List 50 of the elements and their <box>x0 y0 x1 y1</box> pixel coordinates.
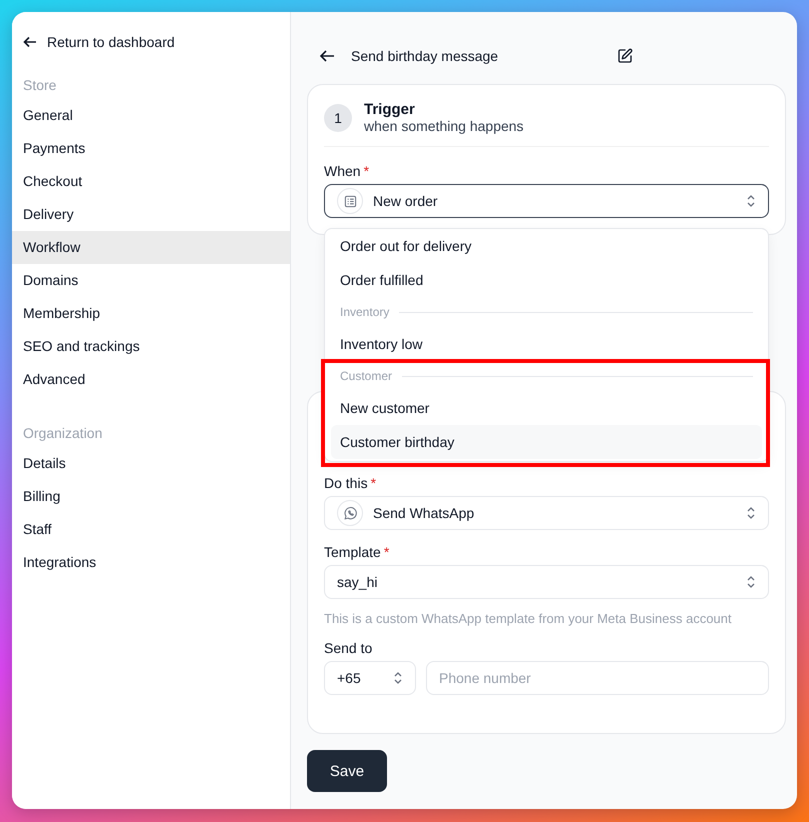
required-asterisk: * <box>364 163 370 179</box>
sidebar-item[interactable]: General <box>12 99 290 132</box>
chevron-up-down-icon <box>746 575 756 589</box>
dropdown-option[interactable]: Customer birthday <box>331 425 762 459</box>
return-link[interactable]: Return to dashboard <box>12 31 186 53</box>
sidebar-item[interactable]: Advanced <box>12 363 290 396</box>
field-label: When * <box>324 163 370 179</box>
sidebar-item[interactable]: Delivery <box>12 198 290 231</box>
arrow-left-icon <box>319 49 335 63</box>
save-button[interactable]: Save <box>307 750 387 792</box>
sidebar-item[interactable]: Details <box>12 447 290 480</box>
dropdown-option[interactable]: Inventory low <box>331 327 762 361</box>
group-heading: Inventory <box>340 305 390 319</box>
template-select[interactable]: say_hi <box>324 565 769 599</box>
sidebar-item[interactable]: Workflow <box>12 231 290 264</box>
sidebar-item[interactable]: Payments <box>12 132 290 165</box>
country-code-select[interactable]: +65 <box>324 661 416 695</box>
chevron-up-down-icon <box>746 194 756 208</box>
sidebar-item[interactable]: Membership <box>12 297 290 330</box>
required-asterisk: * <box>370 475 376 491</box>
dropdown-option[interactable]: New customer <box>331 391 762 425</box>
action-select[interactable]: Send WhatsApp <box>324 496 769 530</box>
whatsapp-icon <box>337 500 363 526</box>
when-select[interactable]: New order <box>324 184 769 218</box>
step-number: 1 <box>324 104 352 132</box>
dropdown-option[interactable]: Order fulfilled <box>331 263 762 297</box>
card-subtitle: when something happens <box>364 118 524 134</box>
field-label: Send to <box>324 640 372 656</box>
sidebar-item[interactable]: Checkout <box>12 165 290 198</box>
phone-input[interactable]: Phone number <box>426 661 769 695</box>
sidebar-item[interactable]: Billing <box>12 480 290 513</box>
card-title: Trigger <box>364 101 416 118</box>
section-heading: Organization <box>22 424 104 443</box>
sidebar-item[interactable]: Integrations <box>12 546 290 579</box>
sidebar-item[interactable]: Staff <box>12 513 290 546</box>
list-icon <box>337 188 363 214</box>
help-text: This is a custom WhatsApp template from your Meta Business account <box>324 611 733 626</box>
sidebar-item[interactable]: Domains <box>12 264 290 297</box>
group-heading: Customer <box>340 369 392 383</box>
arrow-left-icon <box>23 35 37 49</box>
chevron-up-down-icon <box>746 506 756 520</box>
chevron-up-down-icon <box>393 671 403 685</box>
edit-icon <box>617 48 633 64</box>
section-heading: Store <box>22 76 58 95</box>
dropdown-option[interactable]: Order out for delivery <box>331 229 762 263</box>
page-title: Send birthday message <box>351 48 500 64</box>
required-asterisk: * <box>384 544 390 560</box>
field-label: Do this * <box>324 475 376 491</box>
field-label: Template * <box>324 544 390 560</box>
sidebar-item[interactable]: SEO and trackings <box>12 330 290 363</box>
